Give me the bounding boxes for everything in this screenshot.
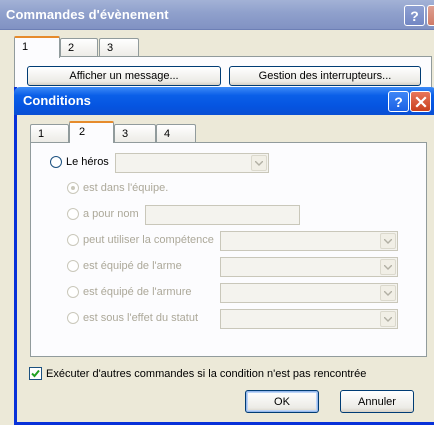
help-icon[interactable]: ? <box>388 91 409 112</box>
weapon-label: est équipé de l'arme <box>83 260 182 272</box>
skill-select[interactable] <box>220 231 398 251</box>
status-radio[interactable] <box>67 312 79 324</box>
close-icon[interactable] <box>427 5 434 26</box>
conditions-dialog: Conditions ? 1 2 3 4 Le héros est dans l… <box>14 87 434 425</box>
name-input[interactable] <box>145 205 300 225</box>
name-label: a pour nom <box>83 208 139 220</box>
status-label: est sous l'effet du statut <box>83 312 199 324</box>
chevron-down-icon[interactable] <box>380 285 396 301</box>
in-party-radio-row[interactable]: est dans l'équipe. <box>67 182 168 194</box>
tab-2[interactable]: 2 <box>60 38 98 57</box>
tab-2[interactable]: 2 <box>69 121 114 143</box>
armor-radio-row[interactable]: est équipé de l'armure <box>67 286 192 298</box>
skill-label: peut utiliser la compétence <box>83 234 214 246</box>
weapon-select[interactable] <box>220 257 398 277</box>
conditions-panel: Le héros est dans l'équipe. a pour nom p… <box>30 142 427 357</box>
tab-3[interactable]: 3 <box>114 124 156 142</box>
else-branch-checkbox-row[interactable]: Exécuter d'autres commandes si la condit… <box>29 367 366 380</box>
event-commands-titlebar[interactable]: Commandes d'évènement ? <box>0 0 434 30</box>
show-message-button[interactable]: Afficher un message... <box>27 66 221 86</box>
help-icon[interactable]: ? <box>404 5 425 26</box>
chevron-down-icon[interactable] <box>380 259 396 275</box>
armor-label: est équipé de l'armure <box>83 286 192 298</box>
skill-radio[interactable] <box>67 234 79 246</box>
close-icon[interactable] <box>410 91 431 112</box>
name-radio[interactable] <box>67 208 79 220</box>
chevron-down-icon[interactable] <box>251 155 267 171</box>
in-party-radio[interactable] <box>67 182 79 194</box>
skill-radio-row[interactable]: peut utiliser la compétence <box>67 234 214 246</box>
cancel-button[interactable]: Annuler <box>340 390 414 413</box>
chevron-down-icon[interactable] <box>380 233 396 249</box>
else-branch-label: Exécuter d'autres commandes si la condit… <box>46 367 367 380</box>
weapon-radio[interactable] <box>67 260 79 272</box>
else-branch-checkbox[interactable] <box>29 367 42 380</box>
event-commands-title: Commandes d'évènement <box>6 7 169 22</box>
armor-select[interactable] <box>220 283 398 303</box>
check-icon <box>31 369 40 378</box>
switch-management-button[interactable]: Gestion des interrupteurs... <box>229 66 421 86</box>
weapon-radio-row[interactable]: est équipé de l'arme <box>67 260 182 272</box>
hero-radio[interactable] <box>50 156 62 168</box>
armor-radio[interactable] <box>67 286 79 298</box>
tab-4[interactable]: 4 <box>156 124 196 142</box>
name-radio-row[interactable]: a pour nom <box>67 208 139 220</box>
conditions-titlebar[interactable]: Conditions ? <box>14 87 434 115</box>
in-party-label: est dans l'équipe. <box>83 182 169 194</box>
tab-1[interactable]: 1 <box>30 124 69 142</box>
conditions-title: Conditions <box>23 93 91 108</box>
hero-label: Le héros <box>66 156 109 168</box>
status-radio-row[interactable]: est sous l'effet du statut <box>67 312 198 324</box>
hero-select[interactable] <box>115 153 269 173</box>
status-select[interactable] <box>220 309 398 329</box>
tab-1[interactable]: 1 <box>14 36 60 58</box>
hero-radio-row[interactable]: Le héros <box>50 156 109 168</box>
tab-3[interactable]: 3 <box>99 38 139 57</box>
ok-button[interactable]: OK <box>245 390 319 413</box>
chevron-down-icon[interactable] <box>380 311 396 327</box>
